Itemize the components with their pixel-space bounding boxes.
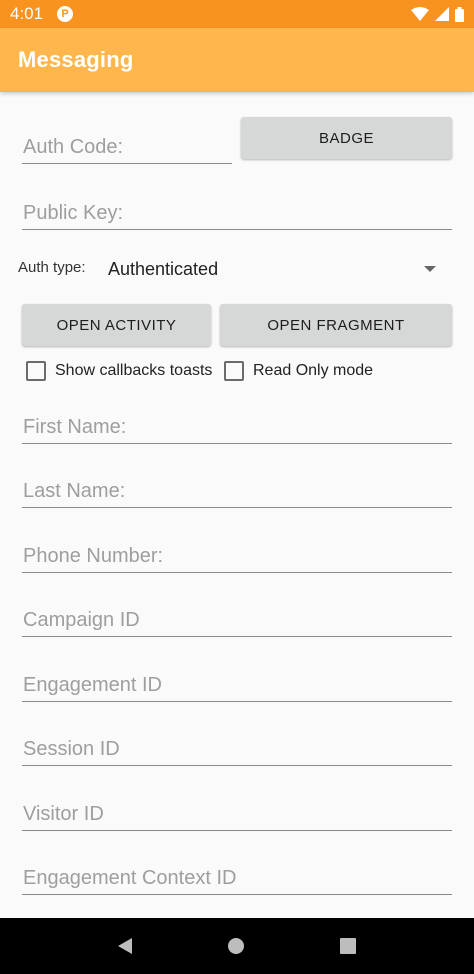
auth-type-label: Auth type: — [18, 259, 86, 276]
wifi-icon — [411, 7, 429, 21]
home-icon[interactable] — [228, 938, 244, 954]
visitor-id-input[interactable] — [22, 791, 452, 831]
recents-icon[interactable] — [340, 938, 356, 954]
dropdown-arrow-icon — [424, 266, 436, 272]
campaign-id-input[interactable] — [22, 597, 452, 637]
show-callbacks-label: Show callbacks toasts — [55, 362, 213, 379]
phone-number-input[interactable] — [22, 533, 452, 573]
back-icon[interactable] — [118, 938, 132, 954]
public-key-input[interactable] — [22, 190, 452, 230]
status-icons — [411, 6, 464, 22]
engagement-context-id-input[interactable] — [22, 855, 452, 895]
engagement-id-input[interactable] — [22, 662, 452, 702]
read-only-checkbox[interactable] — [224, 361, 244, 381]
read-only-label: Read Only mode — [253, 362, 374, 379]
signal-icon — [435, 7, 449, 21]
show-callbacks-checkbox[interactable] — [26, 361, 46, 381]
auth-type-value: Authenticated — [108, 258, 219, 279]
app-title: Messaging — [18, 47, 134, 72]
app-notification-icon: P — [57, 6, 74, 22]
navigation-bar — [0, 918, 474, 974]
open-activity-button[interactable]: OPEN ACTIVITY — [22, 304, 211, 346]
status-bar: 4:01 P — [0, 0, 474, 28]
badge-button[interactable]: BADGE — [241, 117, 452, 159]
app-bar: Messaging — [0, 28, 474, 92]
session-id-input[interactable] — [22, 726, 452, 766]
show-callbacks-checkbox-row[interactable]: Show callbacks toasts — [26, 360, 212, 382]
auth-type-dropdown[interactable]: Authenticated — [100, 252, 446, 286]
last-name-input[interactable] — [22, 468, 452, 508]
status-time: 4:01 — [10, 4, 44, 23]
open-fragment-button[interactable]: OPEN FRAGMENT — [220, 304, 452, 346]
battery-icon — [455, 6, 464, 22]
screen: 4:01 P Messaging BADGE Auth type: Authen… — [0, 0, 474, 974]
auth-code-input[interactable] — [22, 124, 232, 164]
first-name-input[interactable] — [22, 404, 452, 444]
read-only-checkbox-row[interactable]: Read Only mode — [224, 360, 373, 382]
